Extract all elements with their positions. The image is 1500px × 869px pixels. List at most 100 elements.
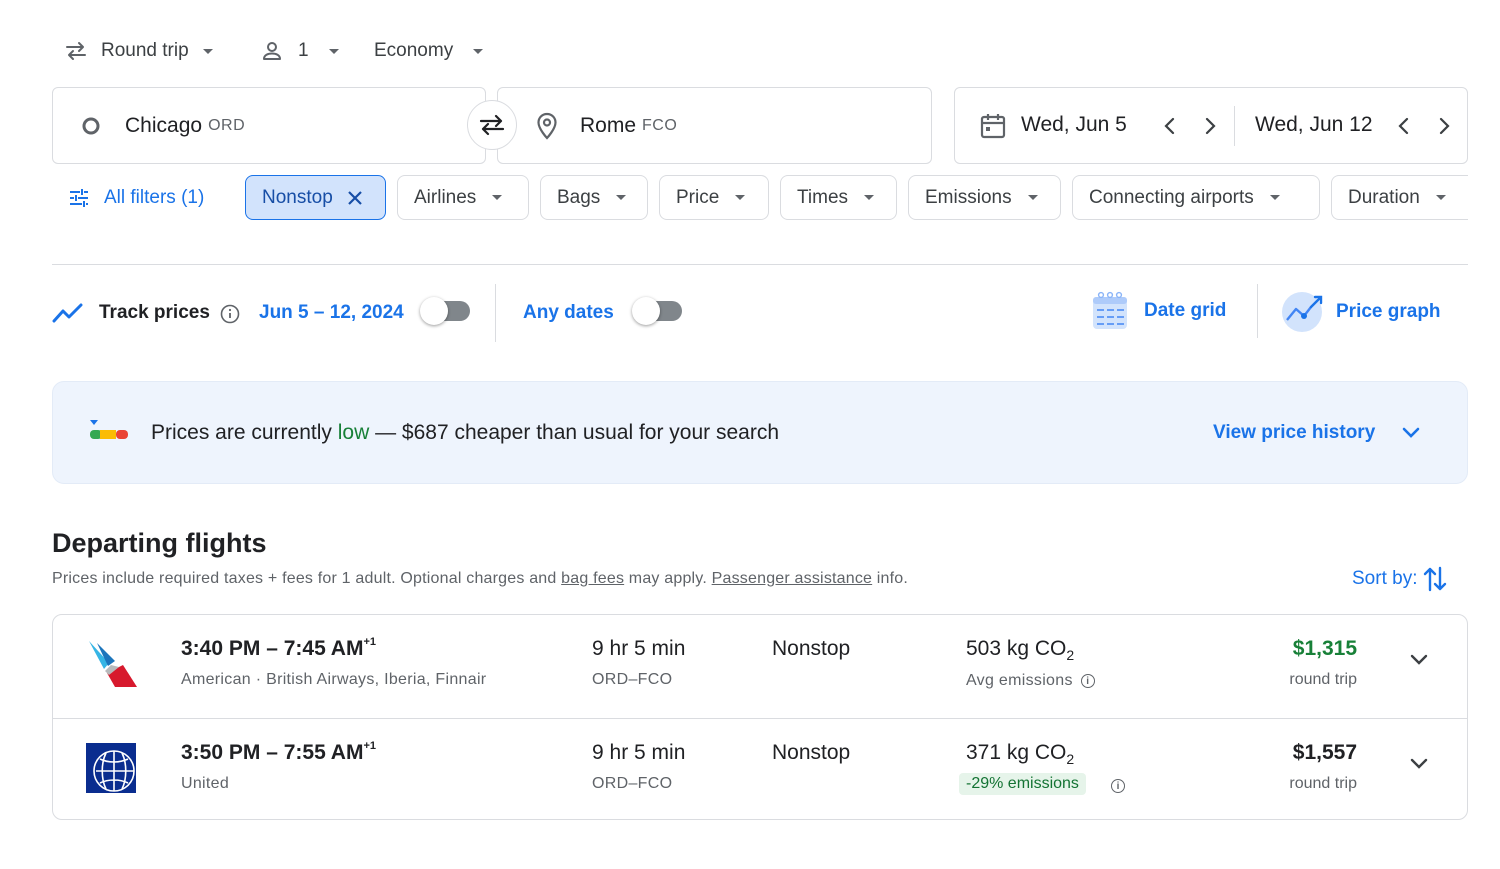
price-insight-banner: Prices are currently low — $687 cheaper … [52, 381, 1468, 484]
price-graph-button[interactable]: Price graph [1281, 290, 1441, 334]
passenger-count: 1 [298, 40, 309, 61]
price-insight-suffix: — $687 cheaper than usual for your searc… [369, 421, 779, 444]
passenger-assistance-link[interactable]: Passenger assistance [712, 570, 873, 587]
day-offset: +1 [363, 636, 377, 648]
filter-chip-price[interactable]: Price [659, 175, 769, 220]
chevron-left-icon[interactable] [1397, 115, 1411, 137]
view-price-history-button[interactable]: View price history [1213, 422, 1421, 444]
chevron-down-icon [1435, 195, 1446, 200]
filter-chip-times[interactable]: Times [780, 175, 897, 220]
filter-chip-duration[interactable]: Duration [1331, 175, 1468, 220]
chevron-down-icon [1027, 195, 1038, 200]
swap-arrows-icon [64, 40, 88, 62]
flight-route: ORD–FCO [592, 775, 673, 792]
all-filters-button[interactable]: All filters (1) [68, 185, 204, 210]
emissions-value: 371 kg CO [966, 741, 1067, 764]
toggle-knob [420, 297, 448, 325]
chevron-down-icon [492, 195, 503, 200]
american-airlines-logo-icon [87, 639, 137, 689]
chevron-right-icon[interactable] [1437, 115, 1451, 137]
depart-date[interactable]: Wed, Jun 5 [1021, 113, 1127, 137]
flight-duration: 9 hr 5 min [592, 741, 686, 764]
flight-result-row[interactable]: 3:50 PM – 7:55 AM+1 United 9 hr 5 min OR… [53, 718, 1467, 821]
info-icon[interactable]: i [1111, 779, 1125, 793]
vertical-divider [1257, 284, 1258, 338]
filter-chip-connecting-airports[interactable]: Connecting airports [1072, 175, 1320, 220]
filter-chip-label: Price [676, 186, 720, 208]
chevron-down-icon [202, 48, 213, 54]
flight-airlines: United [181, 775, 230, 792]
chevron-right-icon[interactable] [1203, 115, 1217, 137]
price-insight-text: Prices are currently low — $687 cheaper … [151, 421, 779, 445]
results-note: Prices include required taxes + fees for… [52, 570, 908, 588]
track-date-range: Jun 5 – 12, 2024 [259, 302, 404, 323]
chevron-left-icon[interactable] [1163, 115, 1177, 137]
co2-subscript: 2 [1066, 647, 1075, 664]
tune-icon [68, 188, 90, 208]
all-filters-label: All filters (1) [104, 186, 205, 208]
results-heading: Departing flights [52, 528, 267, 558]
return-date[interactable]: Wed, Jun 12 [1255, 113, 1373, 137]
trip-type-select[interactable]: Round trip [64, 36, 213, 66]
price-level-word: low [337, 421, 370, 444]
chevron-down-icon [735, 195, 746, 200]
swap-arrows-icon [477, 113, 507, 137]
results-note-text: info. [872, 570, 909, 587]
flight-stops: Nonstop [772, 637, 851, 660]
day-offset: +1 [363, 740, 377, 752]
flight-stops: Nonstop [772, 741, 851, 764]
co2-subscript: 2 [1066, 751, 1075, 768]
flight-result-row[interactable]: 3:40 PM – 7:45 AM+1 American · British A… [53, 615, 1467, 718]
united-airlines-logo-icon [86, 743, 136, 793]
emissions-value: 503 kg CO [966, 637, 1067, 660]
track-prices-toggle[interactable] [420, 297, 470, 325]
expand-chevron-icon[interactable] [1409, 757, 1429, 771]
flight-times: 3:40 PM – 7:45 AM+1 [181, 636, 377, 661]
flight-time-range: 3:50 PM – 7:55 AM [181, 741, 364, 764]
expand-chevron-icon[interactable] [1409, 653, 1429, 667]
cabin-class-select[interactable]: Economy [374, 36, 484, 66]
destination-field[interactable]: Rome FCO [497, 87, 932, 164]
bag-fees-link[interactable]: bag fees [561, 570, 624, 587]
emissions-badge: -29% emissions [959, 773, 1086, 795]
filter-chip-nonstop[interactable]: Nonstop [245, 175, 386, 220]
destination-city: Rome [580, 113, 637, 137]
info-icon[interactable]: i [1080, 674, 1095, 688]
origin-code: ORD [208, 116, 246, 134]
date-range-field[interactable]: Wed, Jun 5 Wed, Jun 12 [954, 87, 1468, 164]
flight-airlines: American · British Airways, Iberia, Finn… [181, 671, 487, 688]
close-icon[interactable] [347, 190, 363, 206]
emissions-note-text: Avg emissions [966, 672, 1073, 689]
filter-chip-label: Times [797, 186, 849, 208]
price-type: round trip [1289, 775, 1357, 792]
any-dates-toggle[interactable] [632, 297, 682, 325]
flight-duration: 9 hr 5 min [592, 637, 686, 660]
flight-time-range: 3:40 PM – 7:45 AM [181, 637, 364, 660]
sort-by-label: Sort by: [1352, 568, 1418, 589]
flight-emissions: 503 kg CO2 [966, 637, 1074, 663]
sort-by-button[interactable]: Sort by: [1352, 564, 1447, 594]
info-icon[interactable] [220, 304, 240, 324]
calendar-icon [979, 112, 1007, 140]
location-pin-icon [536, 112, 558, 140]
flight-results-list: 3:40 PM – 7:45 AM+1 American · British A… [52, 614, 1468, 820]
date-grid-icon [1091, 291, 1129, 331]
origin-field[interactable]: Chicago ORD [52, 87, 486, 164]
filter-chip-label: Nonstop [262, 186, 333, 208]
results-note-text: Prices include required taxes + fees for… [52, 570, 562, 587]
cabin-class-label: Economy [374, 40, 454, 61]
price-graph-icon [1281, 290, 1325, 334]
passengers-select[interactable]: 1 [261, 36, 339, 66]
vertical-divider [495, 284, 496, 342]
filter-chip-bags[interactable]: Bags [540, 175, 648, 220]
date-divider [1234, 106, 1235, 146]
date-grid-button[interactable]: Date grid [1091, 291, 1226, 331]
swap-origin-destination-button[interactable] [467, 100, 517, 150]
flight-route: ORD–FCO [592, 671, 673, 688]
filter-chip-emissions[interactable]: Emissions [908, 175, 1061, 220]
flight-emissions: 371 kg CO2 [966, 741, 1074, 767]
price-level-indicator-icon [88, 418, 130, 442]
destination-code: FCO [642, 116, 678, 134]
filter-chip-airlines[interactable]: Airlines [397, 175, 529, 220]
trip-type-label: Round trip [101, 40, 189, 61]
